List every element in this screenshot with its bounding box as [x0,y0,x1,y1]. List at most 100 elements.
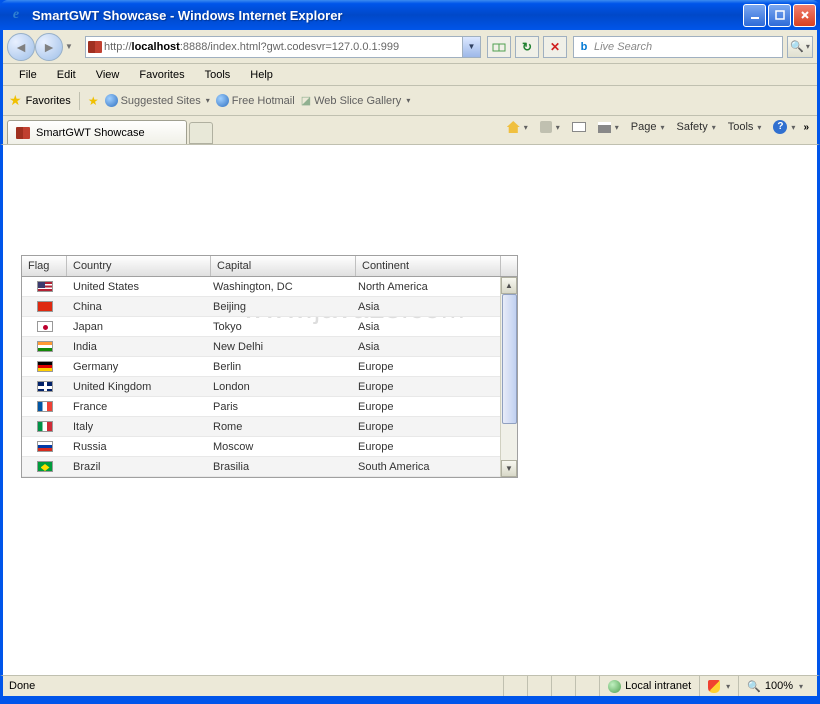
cell-capital: Berlin [207,361,352,373]
table-row[interactable]: GermanyBerlinEurope [22,357,501,377]
scroll-up-button[interactable]: ▲ [501,277,517,294]
vertical-scrollbar[interactable]: ▲ ▼ [500,277,517,477]
overflow-chevron[interactable]: » [803,122,809,133]
cell-continent: Asia [352,321,497,333]
rss-icon [540,121,552,133]
window-title: SmartGWT Showcase - Windows Internet Exp… [28,8,743,23]
url-text: http://localhost:8888/index.html?gwt.cod… [104,41,462,53]
status-cell [527,676,551,696]
menu-help[interactable]: Help [242,67,281,83]
table-row[interactable]: FranceParisEurope [22,397,501,417]
search-bar[interactable]: b Live Search [573,36,783,58]
favorites-button[interactable]: ★ Favorites [9,92,71,109]
flag-icon [37,281,53,292]
table-row[interactable]: IndiaNew DelhiAsia [22,337,501,357]
print-button[interactable]: ▾ [594,120,623,135]
country-grid: Flag Country Capital Continent United St… [21,255,518,478]
page-menu[interactable]: Page▾ [627,119,669,135]
browser-window: e SmartGWT Showcase - Windows Internet E… [0,0,820,704]
minimize-button[interactable] [743,4,766,27]
navigation-bar: ◄ ► ▼ http://localhost:8888/index.html?g… [3,30,817,64]
zoom-level: 100% [765,680,793,692]
cell-flag [22,341,67,352]
nav-history-dropdown[interactable]: ▼ [63,33,75,61]
titlebar[interactable]: e SmartGWT Showcase - Windows Internet E… [0,0,820,30]
cell-country: United States [67,281,207,293]
star-icon: ★ [9,92,22,109]
maximize-button[interactable] [768,4,791,27]
cell-flag [22,401,67,412]
add-favorite-icon[interactable]: ★ [88,94,99,108]
table-row[interactable]: ItalyRomeEurope [22,417,501,437]
header-country[interactable]: Country [67,256,211,276]
feeds-button[interactable]: ▾ [536,119,564,135]
close-button[interactable] [793,4,816,27]
cell-capital: Tokyo [207,321,352,333]
security-zone[interactable]: Local intranet [599,676,699,696]
zoom-control[interactable]: 🔍 100% ▾ [738,676,811,696]
table-row[interactable]: ChinaBeijingAsia [22,297,501,317]
header-continent[interactable]: Continent [356,256,501,276]
cell-country: United Kingdom [67,381,207,393]
mail-icon [572,122,586,132]
cell-continent: Europe [352,381,497,393]
menu-tools[interactable]: Tools [197,67,239,83]
globe-icon [216,94,229,107]
window-controls [743,4,816,27]
cell-country: France [67,401,207,413]
shield-icon [708,680,720,693]
cell-country: India [67,341,207,353]
menu-view[interactable]: View [88,67,128,83]
stop-button[interactable]: ✕ [543,36,567,58]
tab-smartgwt[interactable]: SmartGWT Showcase [7,120,187,144]
new-tab-button[interactable] [189,122,213,144]
cell-continent: North America [352,281,497,293]
suggested-sites-link[interactable]: Suggested Sites ▾ [105,94,210,107]
scroll-thumb[interactable] [502,294,517,424]
flag-icon [37,381,53,392]
menu-favorites[interactable]: Favorites [131,67,192,83]
table-row[interactable]: BrazilBrasiliaSouth America [22,457,501,477]
cell-country: China [67,301,207,313]
help-button[interactable]: ?▾ [769,118,799,136]
site-icon [86,41,104,53]
cell-flag [22,321,67,332]
scroll-down-button[interactable]: ▼ [501,460,517,477]
cell-continent: Europe [352,421,497,433]
compat-view-button[interactable] [487,36,511,58]
free-hotmail-link[interactable]: Free Hotmail [216,94,295,107]
tools-menu[interactable]: Tools▾ [724,119,766,135]
home-button[interactable]: ▾ [503,119,532,135]
protected-mode[interactable]: ▾ [699,676,738,696]
zone-label: Local intranet [625,680,691,692]
webslice-icon: ◪ [301,94,311,107]
header-capital[interactable]: Capital [211,256,356,276]
read-mail-button[interactable] [568,120,590,134]
table-row[interactable]: United KingdomLondonEurope [22,377,501,397]
cell-flag [22,281,67,292]
menu-edit[interactable]: Edit [49,67,84,83]
bing-icon: b [574,41,594,53]
cell-capital: Paris [207,401,352,413]
home-icon [507,121,520,133]
search-button[interactable]: 🔍▾ [787,36,813,58]
table-row[interactable]: United StatesWashington, DCNorth America [22,277,501,297]
cell-flag [22,441,67,452]
safety-menu[interactable]: Safety▾ [673,119,720,135]
address-dropdown[interactable]: ▼ [462,37,480,57]
tab-title: SmartGWT Showcase [36,127,145,139]
page-content: www.java2s.com Flag Country Capital Cont… [0,144,820,675]
header-flag[interactable]: Flag [22,256,67,276]
status-bar: Done Local intranet ▾ 🔍 100% ▾ [0,675,820,699]
table-row[interactable]: JapanTokyoAsia [22,317,501,337]
back-button[interactable]: ◄ [7,33,35,61]
status-cell [575,676,599,696]
flag-icon [37,321,53,332]
refresh-button[interactable]: ↻ [515,36,539,58]
flag-icon [37,461,53,472]
menu-file[interactable]: File [11,67,45,83]
table-row[interactable]: RussiaMoscowEurope [22,437,501,457]
forward-button[interactable]: ► [35,33,63,61]
address-bar[interactable]: http://localhost:8888/index.html?gwt.cod… [85,36,481,58]
web-slice-link[interactable]: ◪ Web Slice Gallery ▾ [301,94,411,107]
